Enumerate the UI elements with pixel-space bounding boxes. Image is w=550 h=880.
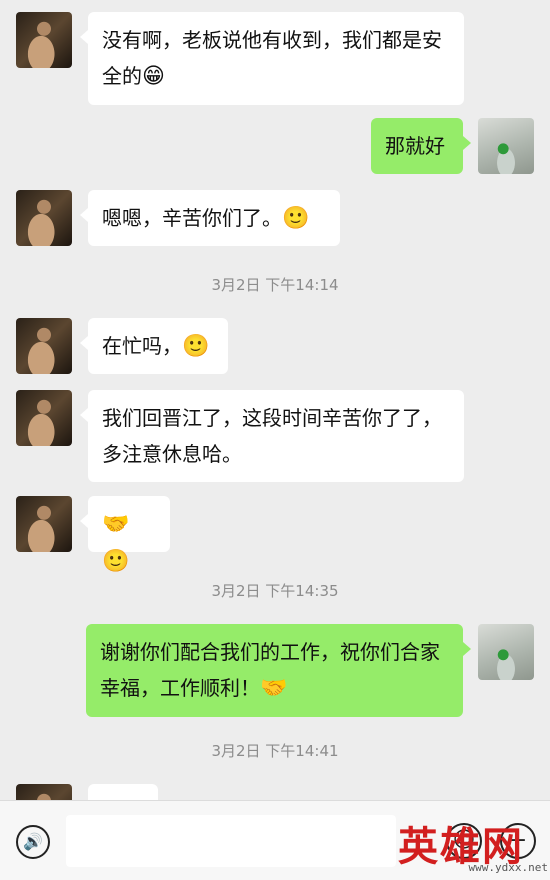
plus-icon[interactable]: +	[500, 823, 536, 859]
self-avatar[interactable]	[478, 624, 534, 680]
contact-avatar[interactable]	[16, 390, 72, 446]
contact-avatar[interactable]	[16, 318, 72, 374]
timestamp: 3月2日 下午14:14	[211, 276, 339, 294]
chat-input-bar: 🔊 ☺ +	[0, 800, 550, 880]
message-text: 在忙吗，	[102, 334, 182, 358]
self-avatar[interactable]	[478, 118, 534, 174]
contact-avatar[interactable]	[16, 12, 72, 68]
message-input[interactable]	[66, 815, 396, 867]
handshake-smile-emoji-icon: 🤝🙂	[102, 512, 130, 574]
message-text: 我们回晋江了，这段时间辛苦你了了，多注意休息哈。	[102, 406, 442, 466]
message-text: 嗯嗯，辛苦你们了。	[102, 206, 282, 230]
timestamp: 3月2日 下午14:41	[211, 742, 339, 760]
message-bubble[interactable]: 谢谢你们配合我们的工作，祝你们合家幸福，工作顺利！🤝	[86, 624, 471, 717]
handshake-emoji-icon: 🤝	[260, 676, 288, 701]
message-bubble[interactable]: 在忙吗，🙂	[80, 318, 228, 374]
voice-icon[interactable]: 🔊	[16, 825, 50, 859]
smile-icon[interactable]: ☺	[446, 823, 482, 859]
message-bubble[interactable]: 嗯嗯，辛苦你们了。🙂	[80, 190, 340, 246]
message-bubble[interactable]: 那就好	[371, 118, 471, 174]
grin-emoji-icon: 😁	[142, 64, 165, 89]
contact-avatar[interactable]	[16, 496, 72, 552]
message-bubble[interactable]: 我们回晋江了，这段时间辛苦你了了，多注意休息哈。	[80, 390, 464, 482]
smile-emoji-icon: 🙂	[282, 206, 310, 231]
contact-avatar[interactable]	[16, 190, 72, 246]
timestamp: 3月2日 下午14:35	[211, 582, 339, 600]
message-text: 那就好	[385, 134, 445, 158]
message-bubble[interactable]: 没有啊，老板说他有收到，我们都是安全的😁	[80, 12, 464, 105]
smile-emoji-icon: 🙂	[182, 334, 210, 359]
message-bubble[interactable]: 🤝🙂	[80, 496, 170, 574]
